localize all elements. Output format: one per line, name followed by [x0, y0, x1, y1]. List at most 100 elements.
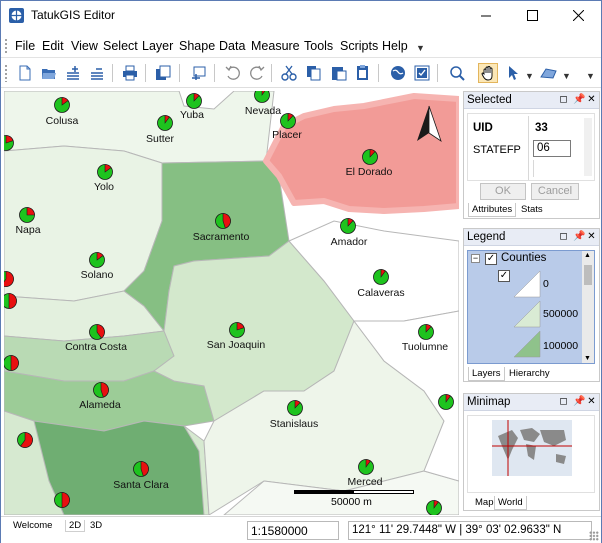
- zoom-button[interactable]: [447, 63, 467, 83]
- menu-tools[interactable]: Tools: [304, 39, 333, 53]
- layer-visible-checkbox[interactable]: ✓: [485, 253, 497, 265]
- menu-edit[interactable]: Edit: [42, 39, 64, 53]
- legend-class-label: 500000: [543, 308, 579, 320]
- scale-field[interactable]: 1:1580000: [247, 521, 339, 540]
- properties-button[interactable]: [412, 63, 432, 83]
- window-title: TatukGIS Editor: [31, 8, 116, 22]
- minimap-panel-tabs: Map World: [468, 496, 596, 511]
- legend-tree[interactable]: − ✓ Counties ✓ 0 500000 100000 ▲ ▼: [467, 250, 595, 364]
- pie-marker: [4, 293, 17, 309]
- menu-data[interactable]: Data: [219, 39, 245, 53]
- pie-marker: [89, 324, 105, 340]
- export-icon: [192, 66, 206, 80]
- tab-hierarchy[interactable]: Hierarchy: [506, 367, 553, 380]
- pie-marker: [4, 355, 19, 371]
- shape-tool-button[interactable]: [539, 63, 559, 83]
- pie-marker: [229, 322, 245, 338]
- open-button[interactable]: [39, 63, 59, 83]
- panel-close-icon[interactable]: ✕: [587, 231, 596, 242]
- menu-grip[interactable]: [4, 38, 8, 54]
- close-button[interactable]: [555, 1, 601, 30]
- menu-help[interactable]: Help: [382, 39, 408, 53]
- tab-2d[interactable]: 2D: [65, 520, 86, 532]
- map-canvas: [4, 91, 459, 515]
- globe-button[interactable]: [388, 63, 408, 83]
- cut-button[interactable]: [279, 63, 299, 83]
- legend-panel-tabs: Layers Hierarchy: [468, 367, 596, 382]
- county-label: Calaveras: [357, 287, 405, 299]
- statefp-label: STATEFP: [473, 144, 521, 156]
- county-label: Santa Clara: [113, 479, 169, 491]
- ok-button[interactable]: OK: [480, 183, 526, 200]
- scroll-up-icon[interactable]: ▲: [584, 252, 591, 259]
- undo-button[interactable]: [223, 63, 243, 83]
- new-icon: [19, 65, 31, 81]
- copy-button[interactable]: [304, 63, 324, 83]
- paste-special-button[interactable]: [353, 63, 373, 83]
- county-label: Sacramento: [192, 231, 250, 243]
- print-button[interactable]: [120, 63, 140, 83]
- select-dropdown-icon[interactable]: ▼: [525, 71, 534, 81]
- pin-icon[interactable]: 📌: [573, 94, 585, 105]
- tab-welcome[interactable]: Welcome: [13, 520, 52, 531]
- scroll-thumb[interactable]: [584, 265, 592, 285]
- scroll-down-icon[interactable]: ▼: [584, 355, 591, 362]
- select-button[interactable]: [504, 63, 524, 83]
- resize-grip[interactable]: [589, 531, 599, 541]
- legend-scrollbar[interactable]: ▲ ▼: [582, 251, 594, 363]
- pie-marker: [280, 113, 296, 129]
- menu-scripts[interactable]: Scripts: [340, 39, 378, 53]
- tab-layers[interactable]: Layers: [468, 367, 505, 381]
- pie-marker: [287, 400, 303, 416]
- tab-attributes[interactable]: Attributes: [468, 203, 517, 217]
- tab-map[interactable]: Map: [472, 496, 496, 509]
- county-label: Yolo: [93, 181, 115, 193]
- panel-menu-icon[interactable]: ◻: [559, 231, 568, 242]
- pie-marker: [19, 207, 35, 223]
- toolbar-grip[interactable]: [4, 64, 8, 82]
- minimap-view[interactable]: [467, 415, 595, 493]
- collapse-icon[interactable]: −: [471, 254, 480, 263]
- title-bar: TatukGIS Editor: [1, 1, 601, 30]
- pin-icon[interactable]: 📌: [573, 396, 585, 407]
- tab-world[interactable]: World: [494, 496, 527, 510]
- remove-layer-button[interactable]: [87, 63, 107, 83]
- add-layer-button[interactable]: [63, 63, 83, 83]
- menu-layer[interactable]: Layer: [142, 39, 173, 53]
- menu-view[interactable]: View: [71, 39, 98, 53]
- pie-marker: [373, 269, 389, 285]
- menu-file[interactable]: File: [15, 39, 35, 53]
- pin-icon[interactable]: 📌: [573, 231, 585, 242]
- copy-window-button[interactable]: [153, 63, 173, 83]
- county-label: Solano: [80, 269, 114, 281]
- menu-select[interactable]: Select: [103, 39, 138, 53]
- cancel-button[interactable]: Cancel: [531, 183, 579, 200]
- menu-overflow-icon[interactable]: ▼: [416, 43, 425, 53]
- paste-button[interactable]: [329, 63, 349, 83]
- pie-marker: [133, 461, 149, 477]
- menu-shape[interactable]: Shape: [179, 39, 215, 53]
- menu-measure[interactable]: Measure: [251, 39, 300, 53]
- class-visible-checkbox[interactable]: ✓: [498, 270, 510, 282]
- statefp-input[interactable]: 06: [533, 140, 571, 157]
- tab-3d[interactable]: 3D: [90, 520, 102, 531]
- attributes-scrollbar[interactable]: [584, 118, 592, 176]
- panel-menu-icon[interactable]: ◻: [559, 94, 568, 105]
- globe-icon: [391, 66, 405, 80]
- county-label: San Joaquin: [206, 339, 266, 351]
- shape-dropdown-icon[interactable]: ▼: [562, 71, 571, 81]
- panel-close-icon[interactable]: ✕: [587, 94, 596, 105]
- map-view[interactable]: Colusa Sutter Yuba Nevada Placer El Dora…: [4, 91, 459, 515]
- pan-button[interactable]: [478, 63, 498, 83]
- panel-menu-icon[interactable]: ◻: [559, 396, 568, 407]
- redo-button[interactable]: [247, 63, 267, 83]
- tab-stats[interactable]: Stats: [518, 203, 546, 216]
- minimize-button[interactable]: [463, 1, 509, 30]
- maximize-button[interactable]: [509, 1, 555, 30]
- panel-close-icon[interactable]: ✕: [587, 396, 596, 407]
- new-button[interactable]: [15, 63, 35, 83]
- export-button[interactable]: [189, 63, 209, 83]
- cut-icon: [281, 65, 297, 81]
- maximize-icon: [526, 10, 538, 21]
- toolbar-overflow-icon[interactable]: ▼: [586, 71, 595, 81]
